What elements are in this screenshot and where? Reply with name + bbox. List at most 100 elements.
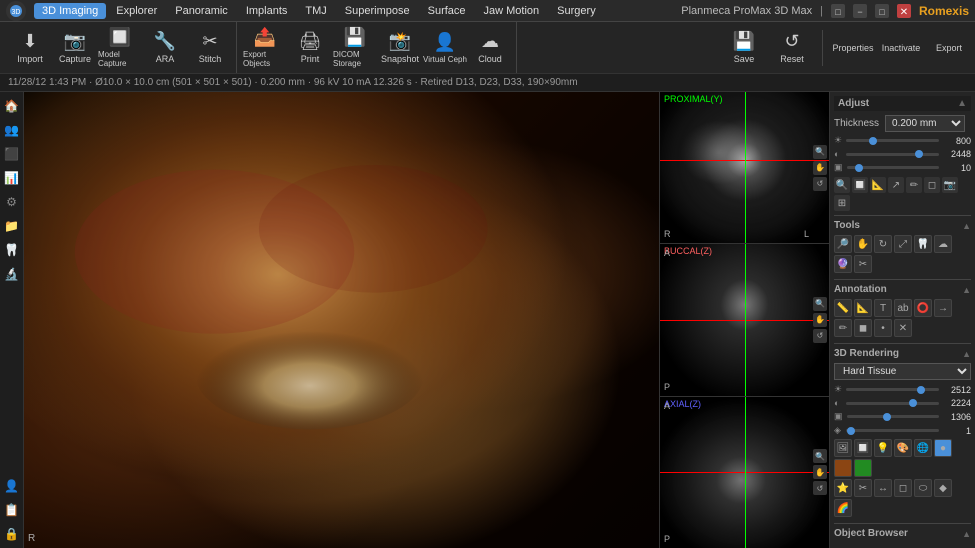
axial-pan-icon[interactable]: ✋	[813, 465, 827, 479]
close-icon[interactable]: ✕	[897, 4, 911, 18]
annot-angle[interactable]: 📐	[854, 299, 872, 317]
reset-button[interactable]: ↺ Reset	[770, 26, 814, 70]
render-tool-colors[interactable]: 🌈	[834, 499, 852, 517]
inactivate-button[interactable]: Inactivate	[879, 26, 923, 70]
sidebar-home[interactable]: 🏠	[2, 96, 22, 116]
snapshot-button[interactable]: 📸 Snapshot	[378, 26, 422, 70]
maximize-icon[interactable]: □	[875, 4, 889, 18]
buccal-pan-icon[interactable]: ✋	[813, 313, 827, 327]
tool-3d[interactable]: 🔮	[834, 255, 852, 273]
viewport-3d[interactable]: R	[24, 92, 660, 548]
sidebar-bottom-3[interactable]: 🔒	[2, 524, 22, 544]
menu-3d-imaging[interactable]: 3D Imaging	[34, 3, 106, 19]
tool-clip[interactable]: ✂	[854, 255, 872, 273]
render-tool-star[interactable]: ⭐	[834, 479, 852, 497]
render-tool-box[interactable]: 🔲	[854, 439, 872, 457]
menu-panoramic[interactable]: Panoramic	[167, 3, 236, 19]
rendering-preset-select[interactable]: Hard Tissue Soft Tissue Bone Full	[834, 363, 971, 380]
axial-reset-icon[interactable]: ↺	[813, 481, 827, 495]
capture-button[interactable]: 📷 Capture	[53, 26, 97, 70]
dicom-storage-button[interactable]: 💾 DICOM Storage	[333, 26, 377, 70]
render-tool-light[interactable]: 💡	[874, 439, 892, 457]
ct-view-buccal[interactable]: BUCCAL(Z) A P 🔍 ✋ ↺	[660, 244, 829, 396]
contrast-slider[interactable]	[846, 153, 939, 156]
proximal-pan-icon[interactable]: ✋	[813, 161, 827, 175]
save-button[interactable]: 💾 Save	[722, 26, 766, 70]
render-tool-color1[interactable]	[834, 459, 852, 477]
menu-jaw-motion[interactable]: Jaw Motion	[476, 3, 548, 19]
tool-rotate[interactable]: ↻	[874, 235, 892, 253]
render-tool-flip[interactable]: ↔	[874, 479, 892, 497]
tool-pencil[interactable]: ✏	[906, 177, 922, 193]
sidebar-patients[interactable]: 👥	[2, 120, 22, 140]
menu-superimpose[interactable]: Superimpose	[337, 3, 418, 19]
gamma-slider[interactable]	[847, 166, 939, 169]
tool-camera[interactable]: 📷	[942, 177, 958, 193]
render-tool-cut[interactable]: ✂	[854, 479, 872, 497]
tool-measure[interactable]: 📐	[870, 177, 886, 193]
sidebar-folder[interactable]: 📁	[2, 216, 22, 236]
properties-button[interactable]: Properties	[831, 26, 875, 70]
tool-magnify[interactable]: 🔍	[834, 177, 850, 193]
render-tool-color2[interactable]	[854, 459, 872, 477]
annot-text[interactable]: T	[874, 299, 892, 317]
proximal-reset-icon[interactable]: ↺	[813, 177, 827, 191]
annot-point[interactable]: •	[874, 319, 892, 337]
render-tool-image[interactable]: 🖼	[834, 439, 852, 457]
tool-pointer[interactable]: ↗	[888, 177, 904, 193]
annot-erase[interactable]: ◼	[854, 319, 872, 337]
render-slider-4[interactable]	[846, 429, 939, 432]
annot-pen[interactable]: ✏	[834, 319, 852, 337]
virtual-ceph-button[interactable]: 👤 Virtual Ceph	[423, 26, 467, 70]
cloud-button[interactable]: ☁ Cloud	[468, 26, 512, 70]
tool-crop[interactable]: 🔲	[852, 177, 868, 193]
ara-button[interactable]: 🔧 ARA	[143, 26, 187, 70]
sidebar-model[interactable]: 🔬	[2, 264, 22, 284]
export-button[interactable]: Export	[927, 26, 971, 70]
tool-teeth[interactable]: 🦷	[914, 235, 932, 253]
render-slider-2[interactable]	[846, 402, 939, 405]
render-tool-globe[interactable]: 🌐	[914, 439, 932, 457]
proximal-zoom-icon[interactable]: 🔍	[813, 145, 827, 159]
menu-surface[interactable]: Surface	[420, 3, 474, 19]
print-button[interactable]: 🖨 Print	[288, 26, 332, 70]
tool-eraser[interactable]: ◻	[924, 177, 940, 193]
menu-tmj[interactable]: TMJ	[297, 3, 334, 19]
menu-explorer[interactable]: Explorer	[108, 3, 165, 19]
menu-surgery[interactable]: Surgery	[549, 3, 604, 19]
tool-pan[interactable]: ✋	[854, 235, 872, 253]
sidebar-settings[interactable]: ⚙	[2, 192, 22, 212]
sidebar-bottom-1[interactable]: 👤	[2, 476, 22, 496]
tool-zoom[interactable]: 🔎	[834, 235, 852, 253]
ct-view-axial[interactable]: AXIAL(Z) A P 🔍 ✋ ↺	[660, 397, 829, 548]
export-objects-button[interactable]: 📤 Export Objects	[243, 26, 287, 70]
render-slider-3[interactable]	[847, 415, 939, 418]
brightness-slider[interactable]	[846, 139, 939, 142]
thickness-select[interactable]: 0.200 mm 0.100 mm 0.500 mm 1.000 mm	[885, 115, 965, 132]
sidebar-panoramic[interactable]: 📊	[2, 168, 22, 188]
buccal-zoom-icon[interactable]: 🔍	[813, 297, 827, 311]
tool-scale[interactable]: ⤢	[894, 235, 912, 253]
annot-line[interactable]: 📏	[834, 299, 852, 317]
sidebar-tooth[interactable]: 🦷	[2, 240, 22, 260]
buccal-reset-icon[interactable]: ↺	[813, 329, 827, 343]
render-tool-oval[interactable]: ⬭	[914, 479, 932, 497]
annot-abc[interactable]: ab	[894, 299, 912, 317]
render-tool-diamond[interactable]: ◆	[934, 479, 952, 497]
tool-cloud[interactable]: ☁	[934, 235, 952, 253]
annot-delete[interactable]: ✕	[894, 319, 912, 337]
sidebar-bottom-2[interactable]: 📋	[2, 500, 22, 520]
model-capture-button[interactable]: 🔲 Model Capture	[98, 26, 142, 70]
minimize-icon[interactable]: −	[853, 4, 867, 18]
annot-arrow[interactable]: →	[934, 299, 952, 317]
render-tool-palette[interactable]: 🎨	[894, 439, 912, 457]
menu-implants[interactable]: Implants	[238, 3, 296, 19]
render-tool-dot[interactable]: ●	[934, 439, 952, 457]
render-tool-rect[interactable]: ◻	[894, 479, 912, 497]
annot-circle[interactable]: ⭕	[914, 299, 932, 317]
ct-view-proximal[interactable]: PROXIMAL(Y) R L 🔍 ✋ ↺	[660, 92, 829, 244]
axial-zoom-icon[interactable]: 🔍	[813, 449, 827, 463]
tool-grid[interactable]: ⊞	[834, 195, 850, 211]
render-slider-1[interactable]	[846, 388, 939, 391]
sidebar-3d[interactable]: ⬛	[2, 144, 22, 164]
